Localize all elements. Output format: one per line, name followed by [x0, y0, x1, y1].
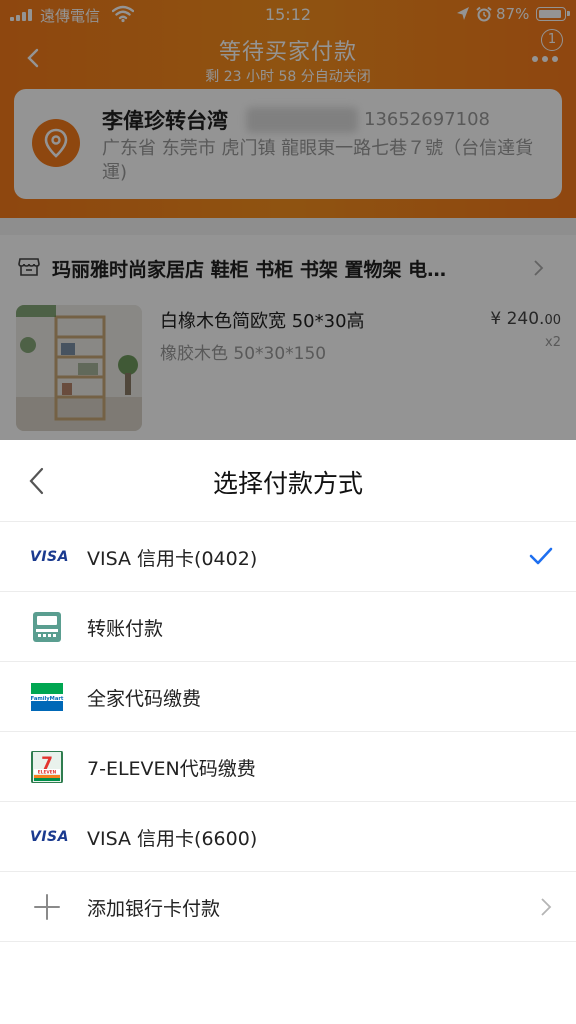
payment-option-label: VISA 信用卡(6600) [87, 828, 258, 850]
payment-option-label: 转账付款 [87, 618, 164, 640]
svg-text:ELEVEN: ELEVEN [38, 769, 57, 775]
chevron-right-icon [541, 898, 552, 916]
payment-option-transfer[interactable]: 转账付款 [0, 592, 576, 662]
seven-eleven-icon: 7 ELEVEN [31, 751, 63, 783]
plus-icon [34, 894, 60, 920]
payment-option-visa-0402[interactable]: VISA VISA 信用卡(0402) [0, 522, 576, 592]
sheet-title: 选择付款方式 [212, 469, 363, 498]
add-bank-card-option[interactable]: 添加银行卡付款 [0, 872, 576, 942]
order-page-background: 遠傳電信 15:12 87% 等待买家付款 剩 23 小时 58 分自动关闭 1 [0, 0, 576, 440]
payment-option-label: 添加银行卡付款 [87, 898, 221, 920]
atm-icon [33, 612, 61, 642]
payment-method-sheet: 选择付款方式 VISA VISA 信用卡(0402) 转账付款 FamilyMa… [0, 440, 576, 1024]
payment-option-label: 7-ELEVEN代码缴费 [87, 758, 256, 780]
payment-option-label: VISA 信用卡(0402) [87, 548, 258, 570]
familymart-icon: FamilyMart [31, 683, 64, 711]
payment-option-7-eleven[interactable]: 7 ELEVEN 7-ELEVEN代码缴费 [0, 732, 576, 802]
payment-option-familymart[interactable]: FamilyMart 全家代码缴费 [0, 662, 576, 732]
payment-method-list: VISA VISA 信用卡(0402) 转账付款 FamilyMart 全家代码… [0, 522, 576, 942]
checkmark-icon [529, 547, 553, 565]
sheet-header: 选择付款方式 [0, 440, 576, 522]
payment-option-visa-6600[interactable]: VISA VISA 信用卡(6600) [0, 802, 576, 872]
visa-icon: VISA [30, 549, 69, 565]
visa-icon: VISA [30, 829, 69, 845]
payment-option-label: 全家代码缴费 [87, 688, 202, 710]
modal-overlay[interactable] [0, 0, 576, 440]
